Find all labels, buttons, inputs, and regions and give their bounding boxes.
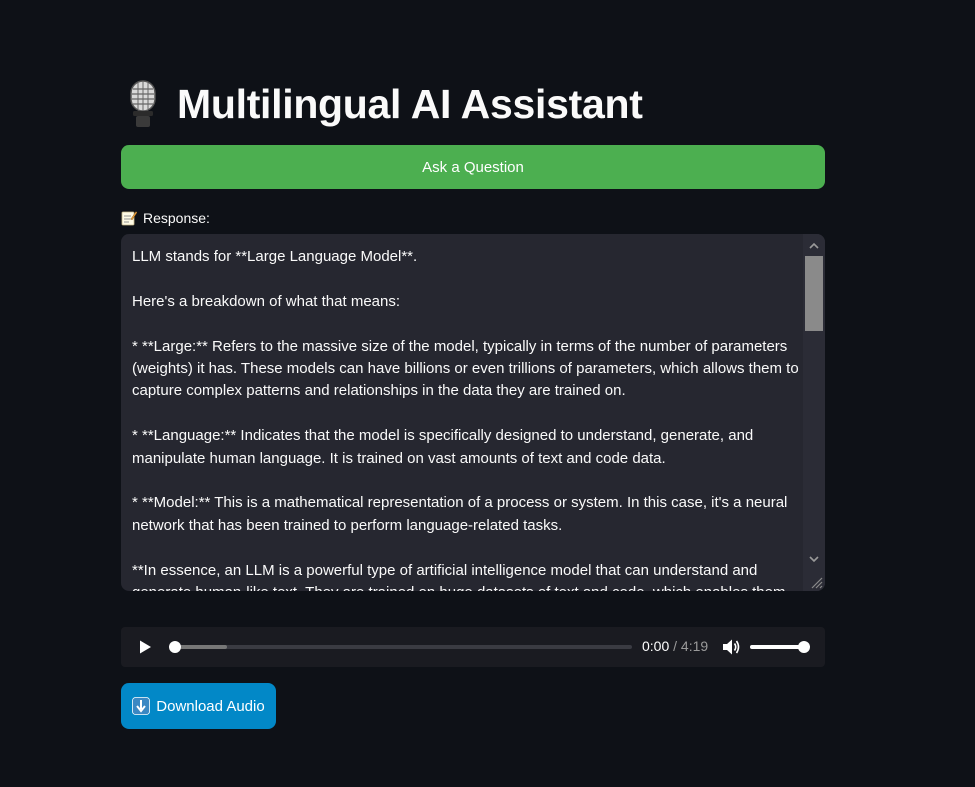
response-textarea[interactable]: LLM stands for **Large Language Model**.…: [121, 234, 825, 591]
response-paragraph: * **Model:** This is a mathematical repr…: [132, 494, 788, 534]
audio-buffer-bar: [175, 645, 227, 649]
ask-question-label: Ask a Question: [422, 158, 524, 176]
audio-time-separator: /: [669, 638, 681, 654]
response-paragraph: LLM stands for **Large Language Model**.: [132, 248, 418, 265]
page-title-row: Multilingual AI Assistant: [121, 76, 643, 132]
response-paragraph: * **Large:** Refers to the massive size …: [132, 337, 799, 400]
response-label: Response:: [121, 209, 210, 227]
audio-time-display: 0:00 / 4:19: [642, 638, 708, 654]
response-paragraph: Here's a breakdown of what that means:: [132, 292, 401, 310]
scroll-down-icon[interactable]: [808, 552, 820, 564]
response-paragraph: **In essence, an LLM is a powerful type …: [132, 561, 785, 591]
download-audio-button[interactable]: Download Audio: [121, 683, 276, 729]
microphone-icon: [121, 79, 165, 129]
resize-handle-icon[interactable]: [809, 575, 823, 589]
response-text: LLM stands for **Large Language Model**.…: [132, 246, 800, 591]
audio-duration: 4:19: [680, 638, 709, 654]
memo-icon: [121, 210, 138, 226]
scroll-thumb[interactable]: [805, 256, 823, 331]
volume-slider[interactable]: [750, 641, 810, 653]
response-paragraph: * **Language:** Indicates that the model…: [132, 427, 754, 467]
scroll-up-icon[interactable]: [808, 239, 820, 251]
ask-question-button[interactable]: Ask a Question: [121, 145, 825, 189]
audio-progress-bar[interactable]: [169, 641, 632, 653]
play-icon[interactable]: [137, 639, 153, 655]
volume-knob[interactable]: [798, 641, 810, 653]
down-arrow-icon: [132, 697, 151, 715]
textarea-scrollbar[interactable]: [803, 234, 825, 591]
app-root: Multilingual AI Assistant Ask a Question…: [0, 0, 975, 787]
page-title: Multilingual AI Assistant: [177, 80, 643, 127]
response-label-text: Response:: [143, 210, 210, 226]
download-audio-label: Download Audio: [156, 697, 265, 715]
audio-progress-knob[interactable]: [169, 641, 181, 653]
audio-current-time: 0:00: [642, 638, 670, 654]
volume-icon[interactable]: [722, 638, 740, 656]
audio-player: 0:00 / 4:19: [121, 627, 825, 667]
